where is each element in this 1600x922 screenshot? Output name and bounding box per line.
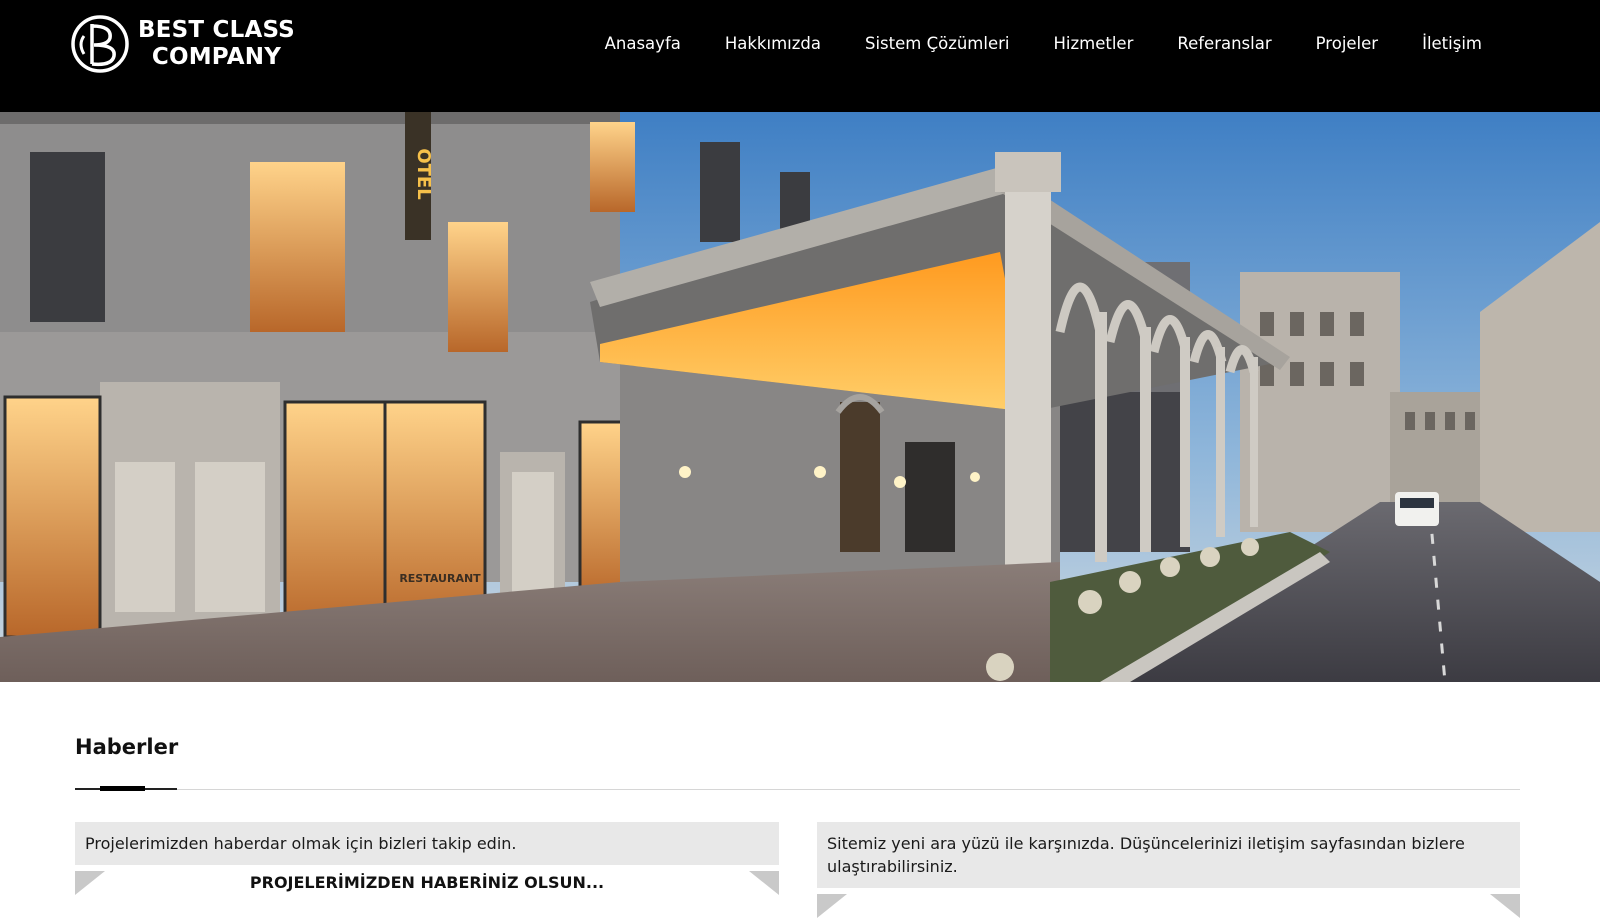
nav-hakkimizda[interactable]: Hakkımızda <box>725 34 821 53</box>
news-card-text: Projelerimizden haberdar olmak için bizl… <box>75 822 779 865</box>
news-card-ribbon <box>817 894 1520 922</box>
section-divider-accent <box>100 786 145 791</box>
section-divider-accent-left <box>75 788 100 790</box>
news-section-title: Haberler <box>75 735 179 759</box>
main-nav: Anasayfa Hakkımızda Sistem Çözümleri Hiz… <box>561 34 1482 53</box>
brand-logo[interactable]: BEST CLASS COMPANY <box>70 12 295 76</box>
ribbon-corner-left <box>817 894 847 918</box>
nav-sistem-cozumleri[interactable]: Sistem Çözümleri <box>865 34 1010 53</box>
nav-iletisim[interactable]: İletişim <box>1422 34 1482 53</box>
brand-name: BEST CLASS COMPANY <box>138 17 295 71</box>
news-card-heading[interactable]: PROJELERİMİZDEN HABERİNİZ OLSUN... <box>105 871 749 895</box>
ribbon-corner-left <box>75 871 105 895</box>
restaurant-sign: RESTAURANT <box>399 572 481 585</box>
news-card[interactable]: Projelerimizden haberdar olmak için bizl… <box>75 822 779 899</box>
news-card[interactable]: Sitemiz yeni ara yüzü ile karşınızda. Dü… <box>817 822 1520 922</box>
nav-anasayfa[interactable]: Anasayfa <box>605 34 681 53</box>
hotel-street-image: OTEL RESTAURANT <box>0 112 1600 682</box>
bc-monogram-icon <box>71 15 129 73</box>
hotel-sign: OTEL <box>413 148 434 199</box>
nav-referanslar[interactable]: Referanslar <box>1177 34 1271 53</box>
site-header: BEST CLASS COMPANY Anasayfa Hakkımızda S… <box>0 0 1600 112</box>
brand-line-1: BEST CLASS <box>138 17 295 43</box>
brand-line-2: COMPANY <box>151 44 282 70</box>
news-card-ribbon: PROJELERİMİZDEN HABERİNİZ OLSUN... <box>75 871 779 899</box>
ribbon-corner-right <box>1490 894 1520 918</box>
section-divider <box>75 789 1520 790</box>
nav-projeler[interactable]: Projeler <box>1316 34 1378 53</box>
nav-hizmetler[interactable]: Hizmetler <box>1054 34 1134 53</box>
hero-banner: OTEL RESTAURANT <box>0 112 1600 682</box>
ribbon-corner-right <box>749 871 779 895</box>
news-card-text: Sitemiz yeni ara yüzü ile karşınızda. Dü… <box>817 822 1520 888</box>
section-divider-accent-right <box>145 788 177 790</box>
